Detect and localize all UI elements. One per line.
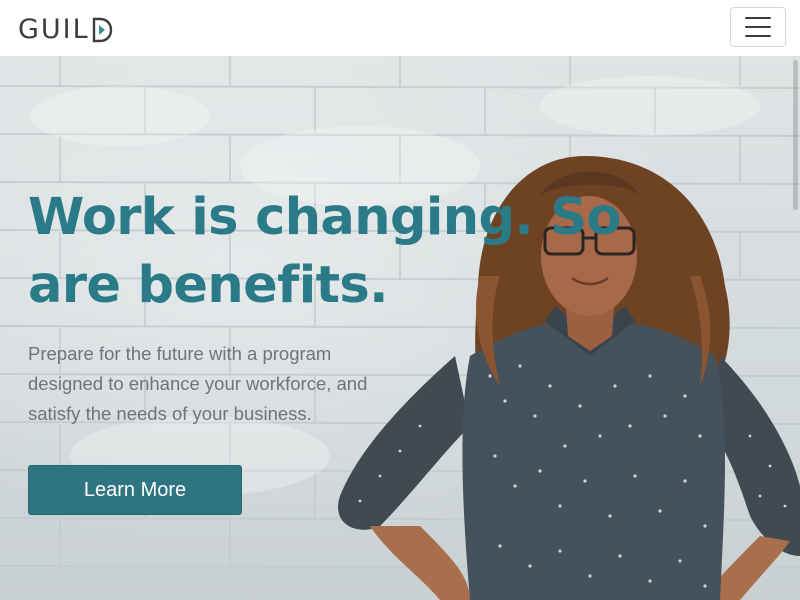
logo-wordmark: GUIL	[18, 13, 90, 45]
page-scrollbar[interactable]	[793, 60, 798, 210]
hamburger-icon-line	[745, 35, 771, 37]
hero-section: Work is changing. So are benefits. Prepa…	[0, 56, 800, 600]
hamburger-icon-line	[745, 17, 771, 19]
guild-logo[interactable]: GUIL	[18, 12, 112, 46]
learn-more-button[interactable]: Learn More	[28, 465, 242, 515]
hero-subtext: Prepare for the future with a program de…	[28, 343, 368, 424]
menu-toggle-button[interactable]	[730, 7, 786, 47]
woman-standing-hands-on-hips-photo	[338, 156, 800, 600]
hamburger-icon-line	[745, 26, 771, 28]
site-header: GUIL	[0, 0, 800, 56]
hero-headline: Work is changing. So are benefits.	[28, 188, 621, 315]
logo-d-mark	[91, 17, 112, 43]
